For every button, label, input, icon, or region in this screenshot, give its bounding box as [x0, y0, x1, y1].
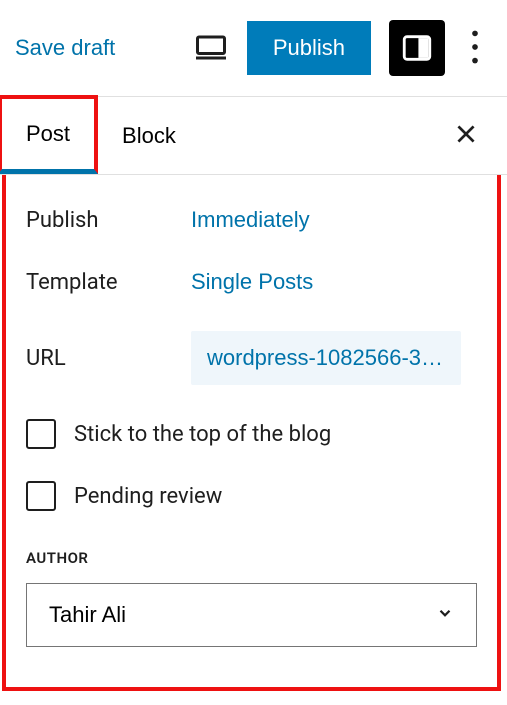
- sticky-checkbox-row: Stick to the top of the blog: [26, 403, 477, 465]
- template-label: Template: [26, 270, 191, 295]
- publish-value-button[interactable]: Immediately: [191, 207, 310, 233]
- close-sidebar-button[interactable]: [445, 113, 487, 158]
- publish-button[interactable]: Publish: [247, 21, 371, 75]
- author-heading: AUTHOR: [26, 549, 477, 567]
- pending-checkbox-label: Pending review: [74, 484, 222, 509]
- sidebar-toggle-button[interactable]: [389, 20, 445, 76]
- tab-post[interactable]: Post: [0, 95, 98, 174]
- url-value-button[interactable]: wordpress-1082566-3…: [191, 331, 461, 385]
- url-label: URL: [26, 346, 191, 371]
- publish-label: Publish: [26, 208, 191, 233]
- sticky-checkbox[interactable]: [26, 419, 56, 449]
- sidebar-tabs: Post Block: [0, 97, 507, 175]
- publish-setting-row: Publish Immediately: [26, 189, 477, 251]
- url-setting-row: URL wordpress-1082566-3…: [26, 313, 477, 403]
- template-setting-row: Template Single Posts: [26, 251, 477, 313]
- chevron-down-icon: [436, 602, 454, 628]
- template-value-button[interactable]: Single Posts: [191, 269, 313, 295]
- desktop-view-icon[interactable]: [193, 28, 229, 68]
- post-settings-panel: Publish Immediately Template Single Post…: [2, 175, 501, 691]
- pending-checkbox-row: Pending review: [26, 465, 477, 527]
- sticky-checkbox-label: Stick to the top of the blog: [74, 422, 331, 447]
- editor-toolbar: Save draft Publish: [0, 0, 507, 97]
- pending-checkbox[interactable]: [26, 481, 56, 511]
- author-value: Tahir Ali: [49, 602, 126, 628]
- more-options-button[interactable]: [463, 22, 487, 75]
- save-draft-button[interactable]: Save draft: [15, 35, 115, 61]
- tab-block[interactable]: Block: [98, 101, 200, 171]
- author-select[interactable]: Tahir Ali: [26, 583, 477, 647]
